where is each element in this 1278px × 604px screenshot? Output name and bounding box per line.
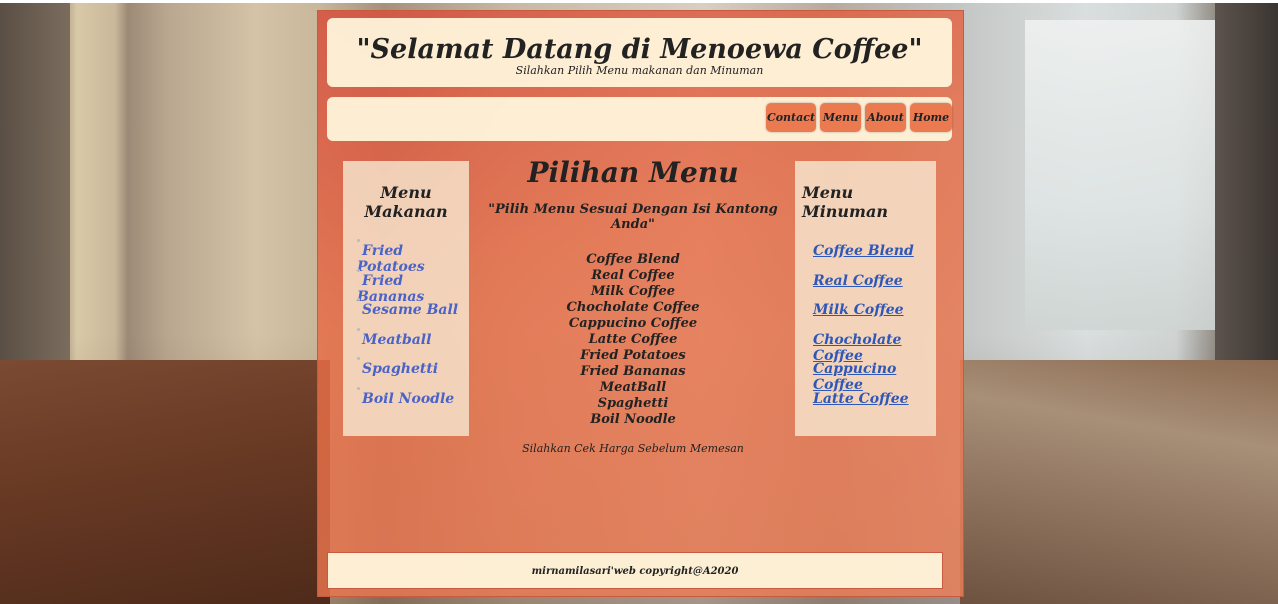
center-item: Cappucino Coffee xyxy=(568,316,698,331)
header: "Selamat Datang di Menoewa Coffee" Silah… xyxy=(327,18,952,87)
food-item[interactable]: Boil Noodle xyxy=(357,391,469,421)
page-subtitle: Silahkan Pilih Menu makanan dan Minuman xyxy=(515,64,764,77)
background-table-right xyxy=(960,360,1278,604)
center-menu: Pilihan Menu "Pilih Menu Sesuai Dengan I… xyxy=(478,156,788,455)
food-item[interactable]: Fried Potatoes xyxy=(357,243,469,275)
drink-link[interactable]: Cappucino Coffee xyxy=(813,361,896,393)
food-menu-title: Menu Makanan xyxy=(364,183,448,221)
center-tagline: "Pilih Menu Sesuai Dengan Isi Kantong An… xyxy=(488,202,778,232)
center-item: Latte Coffee xyxy=(588,332,678,347)
page-title: "Selamat Datang di Menoewa Coffee" xyxy=(356,34,923,65)
center-item: Milk Coffee xyxy=(590,284,676,299)
center-item: Boil Noodle xyxy=(590,412,676,427)
main-container: "Selamat Datang di Menoewa Coffee" Silah… xyxy=(317,10,964,597)
drink-link[interactable]: Coffee Blend xyxy=(813,243,914,259)
drink-link[interactable]: Milk Coffee xyxy=(813,302,904,318)
center-item: Chocholate Coffee xyxy=(566,300,700,315)
food-item[interactable]: Spaghetti xyxy=(357,361,469,391)
drink-menu-panel: Menu Minuman Coffee Blend Real Coffee Mi… xyxy=(795,161,936,436)
center-item: Real Coffee xyxy=(591,268,675,283)
food-item[interactable]: Fried Bananas xyxy=(357,273,469,305)
nav-menu-button[interactable]: Menu xyxy=(820,103,861,132)
nav-about-button[interactable]: About xyxy=(865,103,906,132)
center-item: Fried Potatoes xyxy=(580,348,686,363)
food-item[interactable]: Sesame Ball xyxy=(357,302,469,332)
center-item: Spaghetti xyxy=(597,396,669,411)
drink-link[interactable]: Chocholate Coffee xyxy=(813,332,901,364)
center-note: Silahkan Cek Harga Sebelum Memesan xyxy=(522,442,744,455)
center-item: Coffee Blend xyxy=(586,252,680,267)
drink-menu-title: Menu Minuman xyxy=(802,183,888,221)
food-item[interactable]: Meatball xyxy=(357,332,469,362)
background-wall xyxy=(0,3,70,363)
center-item: Fried Bananas xyxy=(580,364,686,379)
top-strip xyxy=(0,0,1278,3)
drink-menu-list: Coffee Blend Real Coffee Milk Coffee Cho… xyxy=(813,243,936,421)
center-title: Pilihan Menu xyxy=(527,156,739,189)
navbar: Contact Menu About Home xyxy=(327,97,952,141)
food-menu-panel: Menu Makanan Fried Potatoes Fried Banana… xyxy=(343,161,469,436)
nav-home-button[interactable]: Home xyxy=(910,103,952,132)
footer: mirnamilasari'web copyright@A2020 xyxy=(327,552,943,589)
background-table-left xyxy=(0,360,330,604)
drink-link[interactable]: Real Coffee xyxy=(813,273,903,289)
food-menu-list: Fried Potatoes Fried Bananas Sesame Ball… xyxy=(357,243,469,421)
drink-link[interactable]: Latte Coffee xyxy=(813,391,909,407)
center-menu-list: Coffee Blend Real Coffee Milk Coffee Cho… xyxy=(478,252,788,428)
center-item: MeatBall xyxy=(599,380,667,395)
nav-contact-button[interactable]: Contact xyxy=(766,103,816,132)
